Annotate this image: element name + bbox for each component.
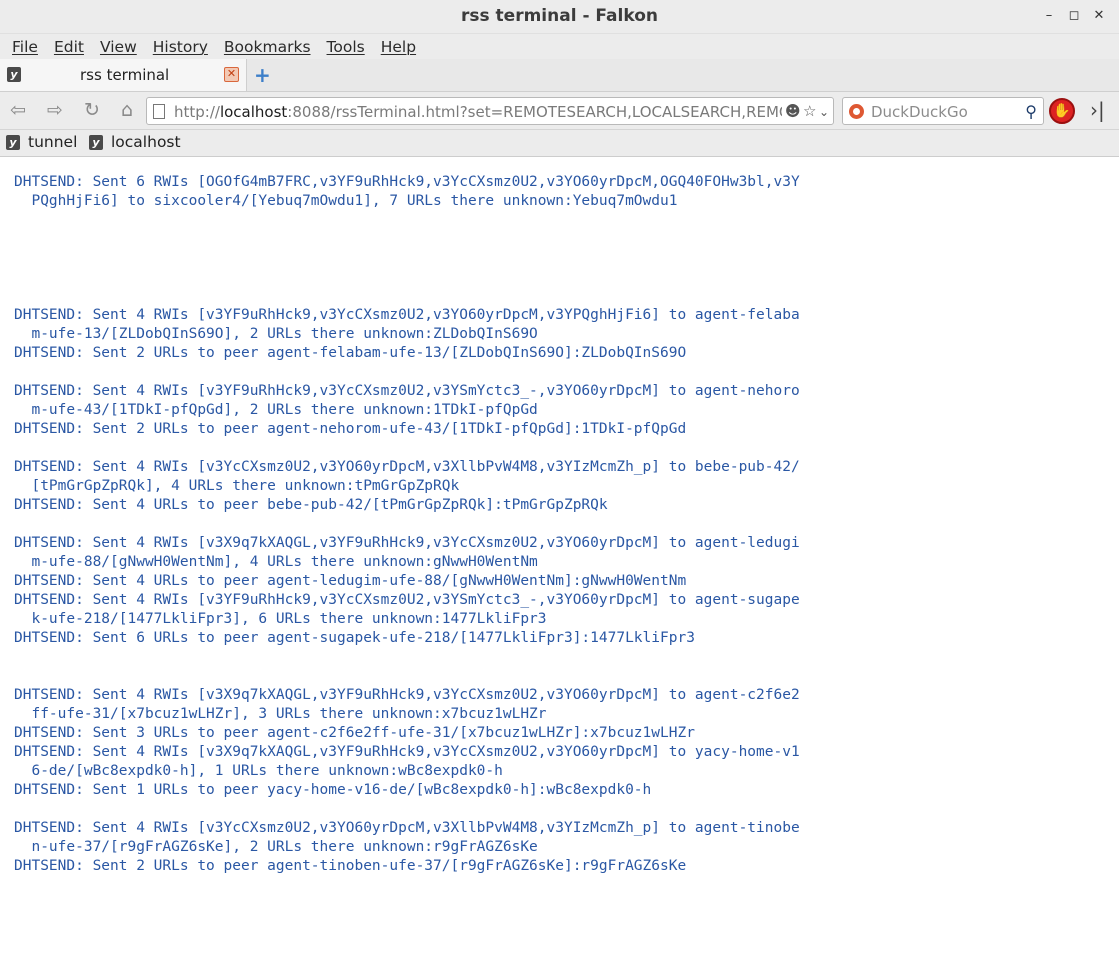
url-bar[interactable]: http://localhost:8088/rssTerminal.html?s… [146,97,834,125]
adblock-icon[interactable]: ✋ [1049,98,1075,124]
duckduckgo-icon[interactable] [849,104,864,119]
user-icon[interactable]: ☻ [785,102,801,120]
minimize-icon[interactable]: – [1041,8,1057,23]
tab-close-icon[interactable]: ✕ [224,67,239,82]
maximize-icon[interactable]: ◻ [1066,8,1082,23]
bookmark-star-icon[interactable]: ☆ [803,102,816,120]
menu-bookmarks[interactable]: Bookmarks [216,38,319,56]
menu-bar: File Edit View History Bookmarks Tools H… [0,34,1119,59]
back-icon[interactable]: ⇦ [6,99,30,121]
search-icon[interactable]: ⚲ [1025,102,1037,121]
yacy-bookmark-icon: y [6,134,20,150]
search-input[interactable]: DuckDuckGo [871,103,968,121]
home-icon[interactable]: ⌂ [115,99,139,121]
forward-icon[interactable]: ⇨ [43,99,67,121]
menu-view[interactable]: View [92,38,145,56]
tab-label: rss terminal [80,66,170,84]
window-title: rss terminal - Falkon [461,6,658,26]
bookmark-localhost[interactable]: y localhost [89,133,181,151]
navigation-toolbar: ⇦ ⇨ ↻ ⌂ http://localhost:8088/rssTermina… [0,92,1119,130]
close-icon[interactable]: ✕ [1091,8,1107,23]
new-tab-icon[interactable]: + [254,63,271,87]
search-bar[interactable]: DuckDuckGo ⚲ [842,97,1044,125]
window-titlebar: rss terminal - Falkon – ◻ ✕ [0,0,1119,34]
sidebar-toggle-icon[interactable]: ›| [1090,98,1105,122]
reload-icon[interactable]: ↻ [80,99,104,121]
yacy-favicon-icon: y [7,67,21,82]
terminal-output: DHTSEND: Sent 6 RWIs [OGOfG4mB7FRC,v3YF9… [14,174,800,874]
url-text[interactable]: http://localhost:8088/rssTerminal.html?s… [174,103,782,121]
page-icon [153,104,165,119]
page-content: DHTSEND: Sent 6 RWIs [OGOfG4mB7FRC,v3YF9… [0,159,1119,979]
tab-bar: y rss terminal ✕ + [0,59,1119,92]
menu-history[interactable]: History [145,38,216,56]
menu-help[interactable]: Help [373,38,424,56]
menu-tools[interactable]: Tools [319,38,373,56]
chevron-down-icon[interactable]: ⌄ [819,105,829,119]
bookmarks-toolbar: y tunnel y localhost [0,130,1119,157]
tab-rss-terminal[interactable]: y rss terminal ✕ [0,59,247,91]
menu-file[interactable]: File [4,38,46,56]
menu-edit[interactable]: Edit [46,38,92,56]
bookmark-tunnel[interactable]: y tunnel [6,133,77,151]
yacy-bookmark-icon: y [89,134,103,150]
